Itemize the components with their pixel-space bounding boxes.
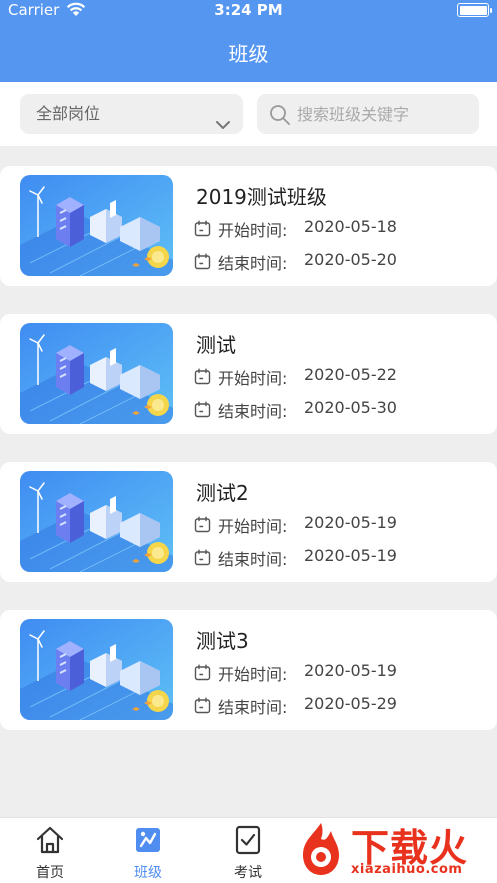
- end-time-value: 2020-05-19: [304, 546, 397, 565]
- class-icon: [136, 828, 160, 852]
- end-time-label: 结束时间:: [218, 698, 288, 717]
- position-select-value: 全部岗位: [36, 104, 101, 123]
- search-box[interactable]: [257, 94, 479, 134]
- watermark-url: xiazaihuo.com: [351, 862, 463, 877]
- class-name: 测试: [196, 333, 236, 357]
- class-thumbnail: [20, 175, 173, 276]
- end-time-label: 结束时间:: [218, 402, 288, 421]
- class-card[interactable]: 测试2 开始时间: 2020-05-19 结束时间: 2020-05-19: [0, 462, 497, 582]
- search-input[interactable]: [297, 94, 472, 134]
- end-time-value: 2020-05-29: [304, 694, 397, 713]
- end-time-label: 结束时间:: [218, 254, 288, 273]
- class-card[interactable]: 测试3 开始时间: 2020-05-19 结束时间: 2020-05-29: [0, 610, 497, 730]
- tab-home-label: 首页: [36, 865, 64, 881]
- class-name: 2019测试班级: [196, 185, 327, 209]
- app-header: Carrier 3:24 PM 班级: [0, 0, 497, 82]
- tab-home[interactable]: 首页: [0, 818, 100, 883]
- home-icon: [36, 826, 64, 854]
- class-name: 测试3: [196, 629, 249, 653]
- class-thumbnail: [20, 471, 173, 572]
- status-bar: Carrier 3:24 PM: [0, 0, 497, 22]
- tab-class-label: 班级: [134, 865, 162, 881]
- search-icon: [269, 104, 291, 130]
- watermark-logo: 下载火 xiazaihuo.com: [293, 815, 497, 883]
- tab-exam-label: 考试: [234, 865, 262, 881]
- filter-bar: 全部岗位: [0, 82, 497, 146]
- class-thumbnail: [20, 619, 173, 720]
- end-time-value: 2020-05-30: [304, 398, 397, 417]
- class-thumbnail: [20, 323, 173, 424]
- start-time-label: 开始时间:: [218, 369, 288, 388]
- page-title: 班级: [228, 42, 269, 66]
- end-time-label: 结束时间:: [218, 550, 288, 569]
- class-card[interactable]: 2019测试班级 开始时间: 2020-05-18 结束时间: 2020-05-…: [0, 166, 497, 286]
- status-time: 3:24 PM: [214, 1, 283, 19]
- start-time-value: 2020-05-22: [304, 365, 397, 384]
- class-name: 测试2: [196, 481, 249, 505]
- class-card[interactable]: 测试 开始时间: 2020-05-22 结束时间: 2020-05-30: [0, 314, 497, 434]
- tab-class[interactable]: 班级: [98, 818, 198, 883]
- start-time-label: 开始时间:: [218, 221, 288, 240]
- start-time-value: 2020-05-19: [304, 661, 397, 680]
- position-select[interactable]: 全部岗位: [20, 94, 243, 134]
- exam-icon: [235, 825, 261, 855]
- flame-logo-icon: [303, 823, 339, 875]
- start-time-label: 开始时间:: [218, 665, 288, 684]
- start-time-label: 开始时间:: [218, 517, 288, 536]
- end-time-value: 2020-05-20: [304, 250, 397, 269]
- start-time-value: 2020-05-18: [304, 217, 397, 236]
- tab-exam[interactable]: 考试: [198, 818, 298, 883]
- battery-icon: [457, 3, 492, 17]
- start-time-value: 2020-05-19: [304, 513, 397, 532]
- chevron-down-icon: [215, 107, 231, 147]
